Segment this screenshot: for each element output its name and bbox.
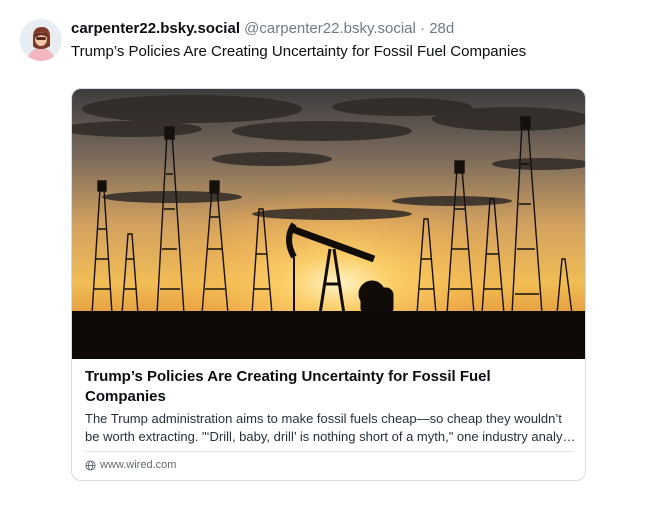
post-text: Trump’s Policies Are Creating Uncertaint… [71,43,527,60]
avatar[interactable] [20,19,62,61]
post[interactable]: carpenter22.bsky.social @carpenter22.bsk… [0,0,650,520]
oil-field-sunset-image [72,89,585,359]
author-name[interactable]: carpenter22.bsky.social [71,20,240,37]
separator-dot: · [420,20,426,37]
post-timestamp[interactable]: 28d [429,20,454,37]
globe-icon [85,459,96,471]
card-domain[interactable]: www.wired.com [100,458,176,472]
author-handle[interactable]: @carpenter22.bsky.social [244,20,416,37]
card-link[interactable]: www.wired.com [85,458,176,472]
link-card[interactable]: Trump’s Policies Are Creating Uncertaint… [71,88,586,481]
post-header: carpenter22.bsky.social @carpenter22.bsk… [71,19,454,38]
avatar-image [20,19,62,61]
card-title[interactable]: Trump’s Policies Are Creating Uncertaint… [85,367,565,407]
card-divider [85,451,574,452]
card-description: The Trump administration aims to make fo… [85,411,573,444]
